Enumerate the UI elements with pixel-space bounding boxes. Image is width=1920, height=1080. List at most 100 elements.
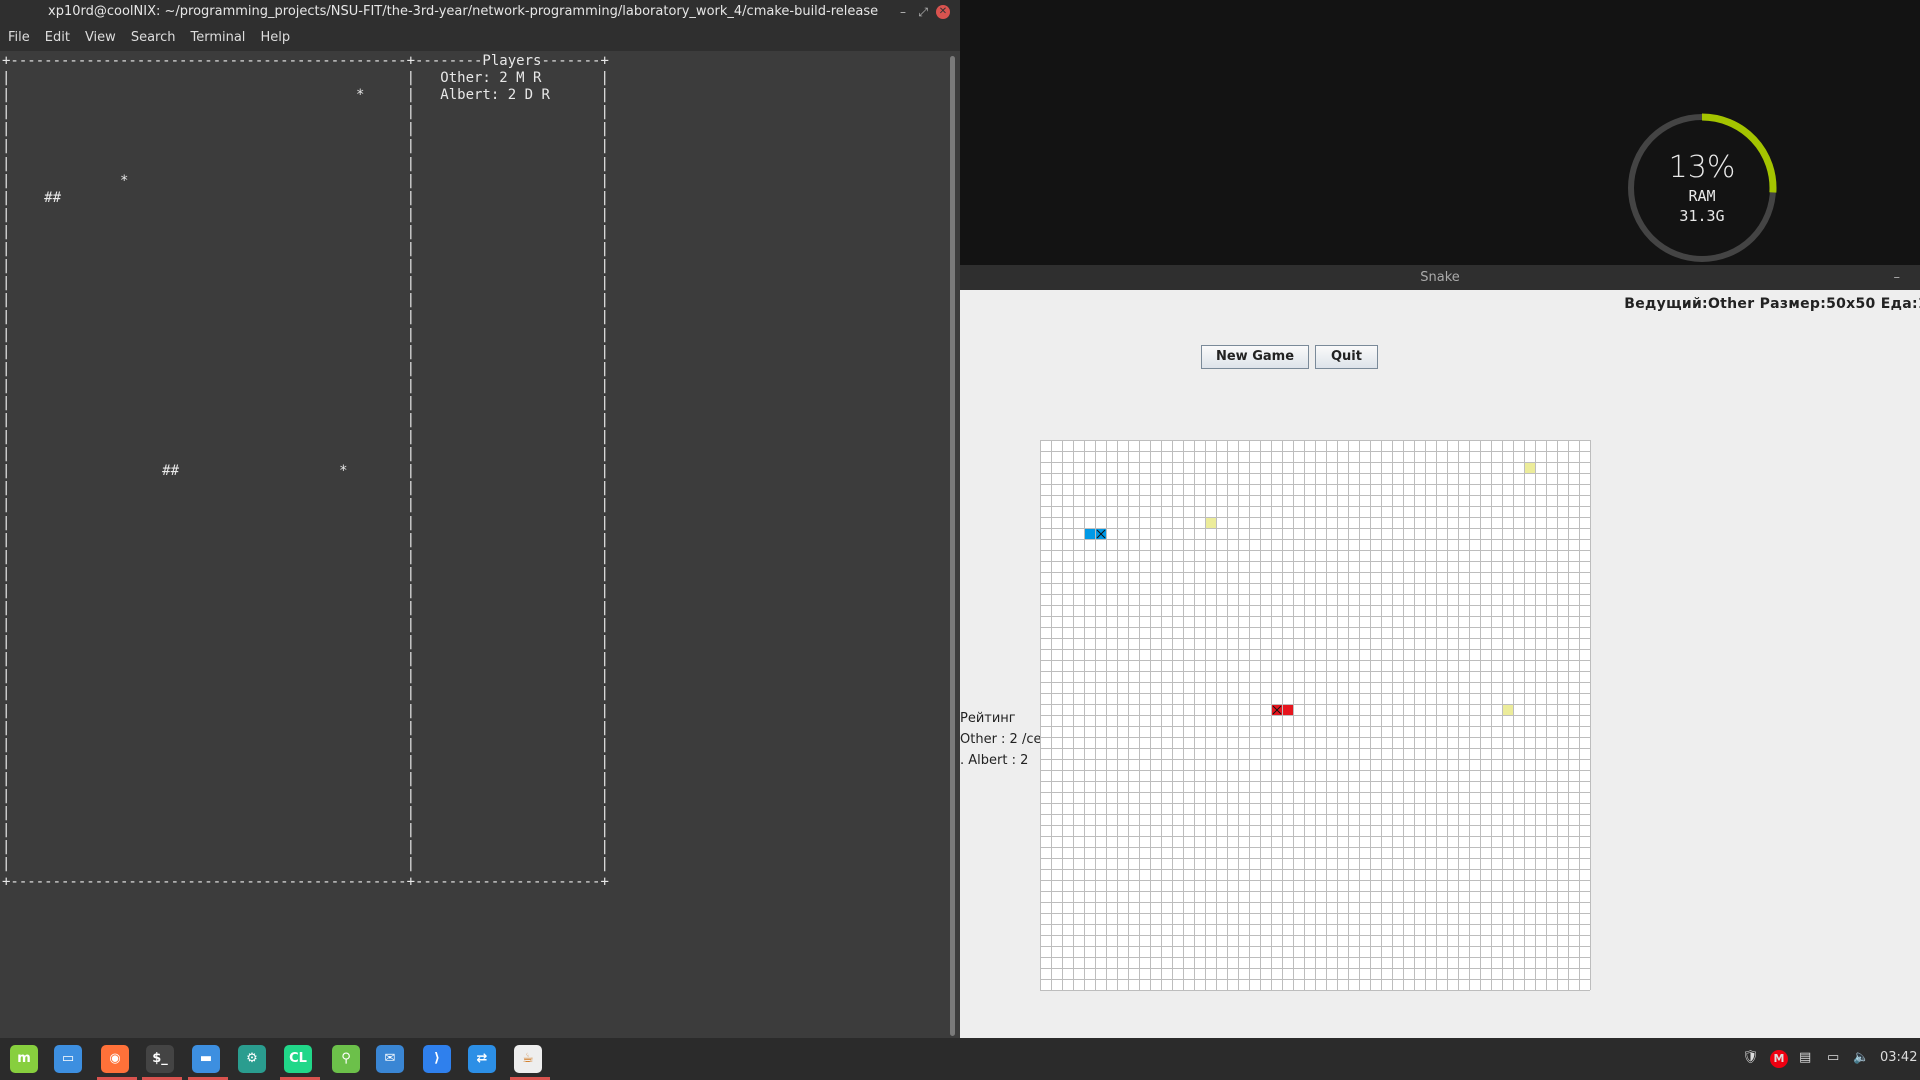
board-line: | | | (2, 446, 609, 463)
board-line: | | | (2, 565, 609, 582)
board-line: | | | (2, 753, 609, 770)
clock[interactable]: 03:42 (1880, 1050, 1917, 1065)
board-line: | | | (2, 429, 609, 446)
board-line: | | | (2, 856, 609, 873)
board-line: | | | (2, 223, 609, 240)
board-line: | | | (2, 138, 609, 155)
board-line: | | | (2, 292, 609, 309)
menu-view[interactable]: View (85, 30, 116, 45)
snake-window: Snake – Ведущий:Other Размер:50x50 Еда:1+… (960, 265, 1920, 1038)
volume-icon[interactable]: 🔈 (1853, 1050, 1869, 1065)
terminal-scrollbar[interactable] (950, 56, 955, 1036)
mint-menu-icon[interactable]: m (10, 1045, 38, 1073)
terminal-menubar: File Edit View Search Terminal Help (0, 24, 960, 51)
board-line: | | | (2, 258, 609, 275)
board-line: | | | (2, 394, 609, 411)
board-line: | | | (2, 582, 609, 599)
rating-panel: Рейтинг Other : 2 /ce . Albert : 2 (960, 708, 1042, 771)
board-line: | | | (2, 275, 609, 292)
firefox-icon[interactable]: ◉ (101, 1045, 129, 1073)
menu-edit[interactable]: Edit (45, 30, 70, 45)
terminal-output[interactable]: +---------------------------------------… (0, 52, 946, 1038)
board-line: +---------------------------------------… (2, 873, 609, 890)
app-icon[interactable]: ⚙ (238, 1045, 266, 1073)
vscode-icon[interactable]: ⟩ (423, 1045, 451, 1073)
board-line: +---------------------------------------… (2, 53, 609, 69)
food (1525, 463, 1535, 473)
board-line: | | | (2, 104, 609, 121)
maximize-button[interactable]: ⤢ (918, 0, 928, 24)
files-icon[interactable]: ▬ (192, 1045, 220, 1073)
minimize-button[interactable]: – (900, 0, 906, 24)
board-line: | | | (2, 548, 609, 565)
snake-body (1085, 529, 1095, 539)
ascii-game-board: +---------------------------------------… (2, 53, 609, 891)
board-line: | | | (2, 651, 609, 668)
keyboard-layout-flag-icon[interactable]: ▤ (1799, 1050, 1811, 1065)
board-line: | | | (2, 206, 609, 223)
board-line: | | | (2, 155, 609, 172)
snake-title: Snake (1420, 270, 1460, 285)
ram-value: 31.3G (1679, 207, 1725, 225)
quit-button[interactable]: Quit (1315, 345, 1378, 369)
board-line: | | | (2, 685, 609, 702)
menu-search[interactable]: Search (131, 30, 176, 45)
menu-file[interactable]: File (8, 30, 30, 45)
board-line: | | | (2, 702, 609, 719)
menu-help[interactable]: Help (260, 30, 290, 45)
food (1503, 705, 1513, 715)
board-line: | | | (2, 839, 609, 856)
board-line: | * | Albert: 2 D R | (2, 87, 609, 104)
new-game-button[interactable]: New Game (1201, 345, 1309, 369)
board-line: | | | (2, 634, 609, 651)
keepass-icon[interactable]: ⚲ (332, 1045, 360, 1073)
teamviewer-icon[interactable]: ⇄ (468, 1045, 496, 1073)
terminal-title: xp10rd@coolNIX: ~/programming_projects/N… (48, 4, 879, 19)
board-line: | | | (2, 617, 609, 634)
board-line: | | | (2, 309, 609, 326)
ram-label: RAM (1688, 187, 1716, 205)
board-line: | | | (2, 668, 609, 685)
terminal-titlebar[interactable]: xp10rd@coolNIX: ~/programming_projects/N… (0, 0, 960, 24)
board-line: | ## | | (2, 189, 609, 206)
thunderbird-icon[interactable]: ✉ (376, 1045, 404, 1073)
clion-icon[interactable]: CL (284, 1045, 312, 1073)
java-icon[interactable]: ☕ (514, 1045, 542, 1073)
board-line: | | | (2, 326, 609, 343)
ram-percent: 13% (1668, 150, 1736, 185)
board-line: | | | (2, 480, 609, 497)
terminal-window: xp10rd@coolNIX: ~/programming_projects/N… (0, 0, 960, 1038)
notifications-icon[interactable]: ▭ (1827, 1050, 1839, 1065)
mega-icon[interactable]: M (1770, 1050, 1788, 1068)
board-line: | * | | (2, 172, 609, 189)
snake-titlebar[interactable]: Snake – (960, 265, 1920, 290)
board-line: | | | (2, 719, 609, 736)
board-line: | | | (2, 497, 609, 514)
minimize-button[interactable]: – (1894, 265, 1901, 290)
board-line: | | | (2, 121, 609, 138)
shield-icon[interactable]: 🛡 (1742, 1050, 1759, 1065)
board-line: | | | (2, 531, 609, 548)
terminal-icon[interactable]: $_ (146, 1045, 174, 1073)
board-line: | | | (2, 822, 609, 839)
rating-entry: Other : 2 /ce (960, 732, 1042, 747)
board-line: | | | (2, 377, 609, 394)
board-line: | | | (2, 360, 609, 377)
rating-entry: . Albert : 2 (960, 753, 1029, 768)
board-line: | | Other: 2 M R | (2, 70, 609, 87)
board-line: | | | (2, 241, 609, 258)
food (1206, 518, 1216, 528)
board-line: | | | (2, 805, 609, 822)
board-line: | | | (2, 514, 609, 531)
snake-body (1283, 705, 1293, 715)
board-line: | | | (2, 600, 609, 616)
board-line: | ## * | | (2, 463, 609, 480)
taskbar: m ▭ ◉ $_ ▬ ⚙ CL ⚲ ✉ ⟩ ⇄ ☕ 🛡 M ▤ ▭ 🔈 03:42 (0, 1038, 1920, 1080)
board-line: | | | (2, 343, 609, 360)
close-button[interactable]: ✕ (936, 5, 950, 19)
board-line: | | | (2, 736, 609, 753)
menu-terminal[interactable]: Terminal (190, 30, 245, 45)
game-field[interactable] (1040, 440, 1591, 991)
board-line: | | | (2, 411, 609, 428)
show-desktop-icon[interactable]: ▭ (54, 1045, 82, 1073)
